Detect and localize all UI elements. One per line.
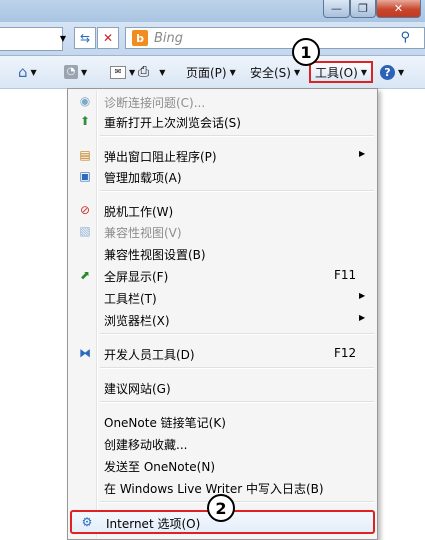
menu-item-shortcut: F12 <box>334 346 357 360</box>
refresh-button[interactable]: ⇆ <box>74 27 96 49</box>
mail-icon: ✉ <box>110 65 126 79</box>
menu-item-label: 诊断连接问题(C)... <box>104 96 206 110</box>
menu-separator <box>100 190 374 192</box>
search-placeholder: Bing <box>154 31 184 46</box>
print-button[interactable]: ⎙ ▼ <box>138 62 165 82</box>
internet-options-icon: ⚙ <box>81 515 93 529</box>
refresh-icon: ⇆ <box>79 31 91 45</box>
menu-item-onenote-linked-notes[interactable]: OneNote 链接笔记(K) <box>70 410 375 432</box>
mail-button[interactable]: ✉ ▼ <box>110 62 135 82</box>
page-menu-label: 页面(P) <box>186 65 227 80</box>
menu-separator <box>100 367 374 369</box>
reopen-session-icon: ⬆ <box>79 114 91 128</box>
close-icon: ✕ <box>393 2 404 15</box>
menu-item-suggested-sites[interactable]: 建议网站(G) <box>70 376 375 398</box>
safety-menu-button[interactable]: 安全(S) ▼ <box>250 62 300 82</box>
menu-item-label: 发送至 OneNote(N) <box>104 460 215 474</box>
rss-icon: ◔ <box>64 65 78 79</box>
menu-item-manage-addons[interactable]: ▣ 管理加载项(A) <box>70 165 375 187</box>
dev-tools-icon: ⧓ <box>79 346 91 360</box>
maximize-button[interactable]: ❐ <box>350 0 376 18</box>
menu-item-label: 全屏显示(F) <box>104 270 169 284</box>
menu-item-label: Internet 选项(O) <box>106 517 201 531</box>
menu-item-shortcut: F11 <box>334 268 357 282</box>
popup-blocker-icon: ▤ <box>79 148 91 162</box>
menu-item-label: 建议网站(G) <box>104 382 171 396</box>
menu-item-label: 兼容性视图设置(B) <box>104 248 206 262</box>
home-icon: ⌂ <box>18 63 28 81</box>
submenu-arrow-icon: ▶ <box>359 313 366 322</box>
help-button[interactable]: ? ▼ <box>380 62 404 82</box>
menu-item-popup-blocker[interactable]: ▤ 弹出窗口阻止程序(P) ▶ <box>70 144 375 166</box>
minimize-button[interactable]: — <box>323 0 350 18</box>
menu-item-compat-view-settings[interactable]: 兼容性视图设置(B) <box>70 242 375 264</box>
menu-item-label: 兼容性视图(V) <box>104 226 182 240</box>
command-bar: ⌂ ▼ ◔ ▼ ✉ ▼ ⎙ ▼ 页面(P) ▼ 安全(S) ▼ 工具(O) ▼ ? ▼ <box>0 56 425 89</box>
menu-item-label: 开发人员工具(D) <box>104 348 195 362</box>
close-window-button[interactable]: ✕ <box>376 0 421 18</box>
maximize-icon: ❐ <box>358 2 368 15</box>
address-dropdown[interactable]: ▼ <box>56 27 70 49</box>
safety-menu-label: 安全(S) <box>250 65 291 80</box>
chevron-down-icon: ▼ <box>360 67 367 77</box>
submenu-arrow-icon: ▶ <box>359 149 366 158</box>
menu-item-label: 工具栏(T) <box>104 292 157 306</box>
addons-icon: ▣ <box>79 169 91 183</box>
search-icon[interactable]: ⚲ <box>400 30 410 45</box>
tools-menu-label: 工具(O) <box>315 65 358 80</box>
minimize-icon: — <box>331 2 342 15</box>
menu-item-reopen-session[interactable]: ⬆ 重新打开上次浏览会话(S) <box>70 110 375 132</box>
chevron-down-icon: ▼ <box>229 67 236 77</box>
menu-item-label: 创建移动收藏... <box>104 438 188 452</box>
tools-dropdown-menu: ◉ 诊断连接问题(C)... ⬆ 重新打开上次浏览会话(S) ▤ 弹出窗口阻止程… <box>67 88 378 540</box>
help-icon: ? <box>380 64 395 80</box>
title-bar: — ❐ ✕ <box>0 0 425 22</box>
diagnose-icon: ◉ <box>79 94 91 108</box>
menu-item-work-offline[interactable]: ⊘ 脱机工作(W) <box>70 199 375 221</box>
stop-icon: ✕ <box>102 31 114 45</box>
chevron-down-icon: ▼ <box>159 67 166 77</box>
home-button[interactable]: ⌂ ▼ <box>18 62 37 82</box>
search-input[interactable]: b Bing ⚲ <box>125 27 425 49</box>
tools-menu-button[interactable]: 工具(O) ▼ <box>309 61 373 83</box>
callout-1: 1 <box>292 38 320 66</box>
offline-icon: ⊘ <box>79 203 91 217</box>
menu-separator <box>100 333 374 335</box>
bing-logo-icon: b <box>132 30 148 46</box>
chevron-down-icon: ▼ <box>81 67 88 77</box>
menu-item-explorer-bars[interactable]: 浏览器栏(X) ▶ <box>70 308 375 330</box>
menu-item-label: 重新打开上次浏览会话(S) <box>104 116 241 130</box>
menu-item-compat-view[interactable]: ▧ 兼容性视图(V) <box>70 220 375 242</box>
menu-item-fullscreen[interactable]: ⬈ 全屏显示(F) F11 <box>70 264 375 286</box>
address-row: ▼ ⇆ ✕ b Bing ⚲ <box>0 22 425 56</box>
chevron-down-icon: ▼ <box>30 67 37 77</box>
menu-item-label: 脱机工作(W) <box>104 205 174 219</box>
menu-item-developer-tools[interactable]: ⧓ 开发人员工具(D) F12 <box>70 342 375 364</box>
menu-item-send-to-onenote[interactable]: 发送至 OneNote(N) <box>70 454 375 476</box>
submenu-arrow-icon: ▶ <box>359 291 366 300</box>
page-menu-button[interactable]: 页面(P) ▼ <box>186 62 236 82</box>
stop-button[interactable]: ✕ <box>97 27 119 49</box>
address-bar[interactable] <box>0 27 63 51</box>
feeds-button[interactable]: ◔ ▼ <box>64 62 87 82</box>
menu-item-label: 在 Windows Live Writer 中写入日志(B) <box>104 482 324 496</box>
menu-item-create-mobile-favorite[interactable]: 创建移动收藏... <box>70 432 375 454</box>
menu-item-label: 弹出窗口阻止程序(P) <box>104 150 217 164</box>
menu-item-toolbars[interactable]: 工具栏(T) ▶ <box>70 286 375 308</box>
callout-2: 2 <box>207 494 235 522</box>
menu-item-diagnose-connection[interactable]: ◉ 诊断连接问题(C)... <box>70 90 375 112</box>
menu-item-label: 管理加载项(A) <box>104 171 182 185</box>
chevron-down-icon: ▼ <box>293 67 301 77</box>
printer-icon: ⎙ <box>138 64 150 80</box>
menu-separator <box>100 135 374 137</box>
menu-item-label: OneNote 链接笔记(K) <box>104 416 226 430</box>
menu-item-label: 浏览器栏(X) <box>104 314 170 328</box>
chevron-down-icon: ▼ <box>59 33 67 43</box>
chevron-down-icon: ▼ <box>398 67 405 77</box>
compat-view-icon: ▧ <box>79 224 91 238</box>
menu-separator <box>100 501 374 503</box>
chevron-down-icon: ▼ <box>129 67 136 77</box>
fullscreen-icon: ⬈ <box>79 268 91 282</box>
menu-separator <box>100 401 374 403</box>
